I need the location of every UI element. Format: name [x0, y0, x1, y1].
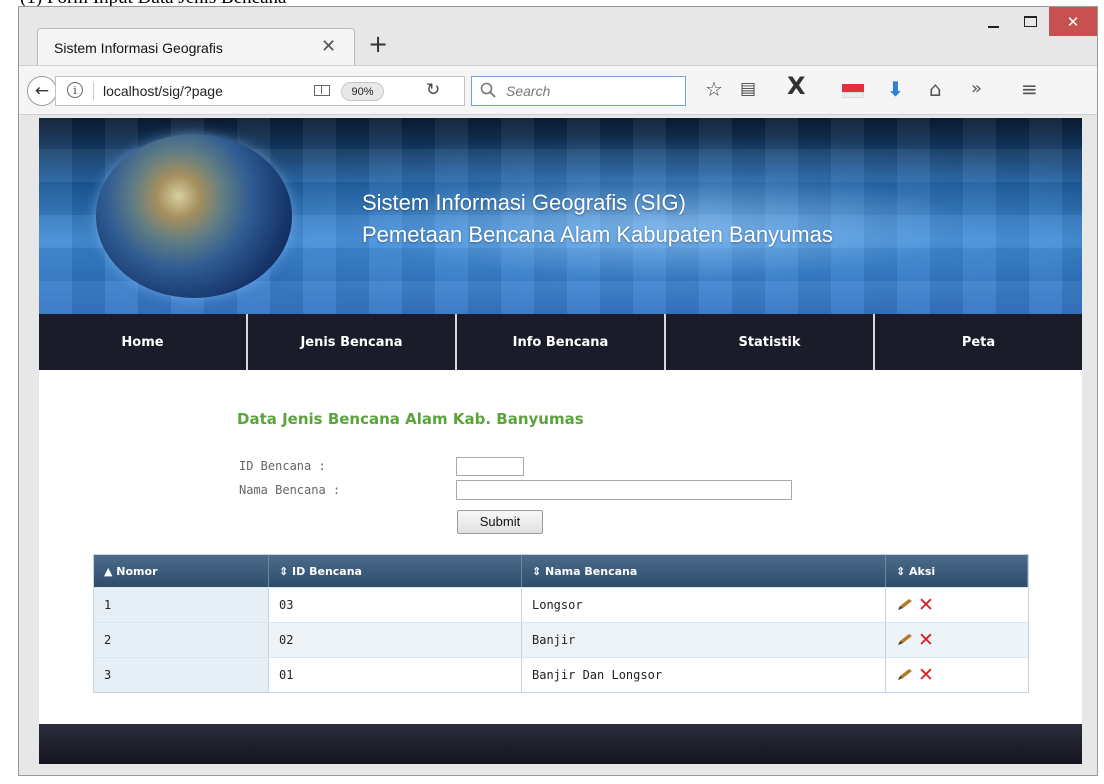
- search-input[interactable]: Search: [471, 76, 686, 106]
- menu-item-peta[interactable]: Peta: [873, 314, 1082, 370]
- minimize-icon: [988, 25, 999, 28]
- cell-nama-bencana: Banjir: [522, 623, 886, 657]
- delete-x-icon[interactable]: ✕: [918, 630, 934, 650]
- table-row: 1 03 Longsor ✕: [94, 587, 1028, 622]
- download-icon[interactable]: ⬇: [887, 77, 904, 101]
- cell-id-bencana: 01: [269, 658, 522, 692]
- url-separator: [93, 82, 94, 100]
- browser-window: ✕ Sistem Informasi Geografis ✕ + ← i loc…: [18, 6, 1098, 776]
- menu-item-home[interactable]: Home: [39, 314, 246, 370]
- form-title: Data Jenis Bencana Alam Kab. Banyumas: [237, 410, 584, 428]
- web-page: Sistem Informasi Geografis (SIG) Pemetaa…: [39, 118, 1082, 764]
- new-tab-button[interactable]: +: [368, 30, 388, 58]
- back-arrow-icon: ←: [34, 81, 50, 101]
- cell-id-bencana: 02: [269, 623, 522, 657]
- delete-x-icon[interactable]: ✕: [918, 595, 934, 615]
- menu-icon[interactable]: ≡: [1021, 77, 1038, 101]
- cell-nomor: 3: [94, 658, 269, 692]
- x-extension-icon[interactable]: X: [787, 74, 806, 98]
- header-nomor[interactable]: ▲ Nomor: [94, 555, 269, 587]
- site-banner: Sistem Informasi Geografis (SIG) Pemetaa…: [39, 118, 1082, 314]
- reload-icon[interactable]: ↻: [426, 80, 440, 100]
- bookmark-star-icon[interactable]: ☆: [705, 77, 723, 101]
- cell-nomor: 2: [94, 623, 269, 657]
- home-icon[interactable]: ⌂: [929, 77, 942, 101]
- site-subtitle: Pemetaan Bencana Alam Kabupaten Banyumas: [362, 222, 833, 247]
- menu-item-info-bencana[interactable]: Info Bencana: [455, 314, 664, 370]
- cell-id-bencana: 03: [269, 588, 522, 622]
- flag-extension-white: [842, 92, 864, 98]
- table-row: 3 01 Banjir Dan Longsor ✕: [94, 657, 1028, 692]
- table-row: 2 02 Banjir ✕: [94, 622, 1028, 657]
- edit-pencil-icon[interactable]: [896, 598, 914, 612]
- delete-x-icon[interactable]: ✕: [918, 665, 934, 685]
- browser-tab[interactable]: Sistem Informasi Geografis ✕: [37, 28, 355, 66]
- table-header: ▲ Nomor ⇕ ID Bencana ⇕ Nama Bencana ⇕ Ak…: [94, 555, 1028, 587]
- header-id-bencana[interactable]: ⇕ ID Bencana: [269, 555, 522, 587]
- main-menu: Home Jenis Bencana Info Bencana Statisti…: [39, 314, 1082, 370]
- minimize-button[interactable]: [975, 7, 1012, 36]
- id-bencana-input[interactable]: [456, 457, 524, 476]
- browser-toolbar: ← i localhost/sig/?page 90% ↻ Search ☆ ▤…: [19, 65, 1097, 115]
- submit-button[interactable]: Submit: [457, 510, 543, 534]
- id-bencana-label: ID Bencana :: [239, 459, 326, 473]
- cell-nama-bencana: Banjir Dan Longsor: [522, 658, 886, 692]
- header-nama-bencana[interactable]: ⇕ Nama Bencana: [522, 555, 886, 587]
- reader-view-icon[interactable]: [314, 85, 330, 96]
- zoom-level-badge[interactable]: 90%: [341, 82, 384, 101]
- cell-aksi: ✕: [886, 658, 1028, 692]
- bookmarks-library-icon[interactable]: ▤: [740, 77, 756, 101]
- nama-bencana-input[interactable]: [456, 480, 792, 500]
- search-icon: [480, 82, 496, 98]
- close-icon: ✕: [1066, 12, 1080, 31]
- content-area: Data Jenis Bencana Alam Kab. Banyumas ID…: [39, 370, 1082, 724]
- menu-item-statistik[interactable]: Statistik: [664, 314, 873, 370]
- flag-extension-icon[interactable]: [842, 84, 864, 92]
- cell-aksi: ✕: [886, 623, 1028, 657]
- globe-image: [96, 134, 292, 298]
- site-footer: [39, 724, 1082, 764]
- header-aksi[interactable]: ⇕ Aksi: [886, 555, 1028, 587]
- overflow-icon[interactable]: »: [971, 77, 982, 101]
- tab-close-icon[interactable]: ✕: [321, 36, 336, 57]
- cell-aksi: ✕: [886, 588, 1028, 622]
- back-button[interactable]: ←: [27, 76, 57, 106]
- edit-pencil-icon[interactable]: [896, 668, 914, 682]
- maximize-icon: [1024, 16, 1037, 27]
- site-title: Sistem Informasi Geografis (SIG): [362, 190, 686, 215]
- maximize-button[interactable]: [1012, 7, 1049, 36]
- search-placeholder: Search: [506, 83, 551, 99]
- window-controls: ✕: [975, 7, 1097, 36]
- info-icon[interactable]: i: [67, 82, 83, 98]
- nama-bencana-label: Nama Bencana :: [239, 483, 341, 497]
- table-body: 1 03 Longsor ✕ 2 02 Banjir ✕ 3 01 Banjir…: [94, 587, 1028, 692]
- cell-nomor: 1: [94, 588, 269, 622]
- close-window-button[interactable]: ✕: [1049, 7, 1097, 36]
- tab-title: Sistem Informasi Geografis: [54, 40, 223, 56]
- edit-pencil-icon[interactable]: [896, 633, 914, 647]
- menu-item-jenis-bencana[interactable]: Jenis Bencana: [246, 314, 455, 370]
- address-bar[interactable]: i localhost/sig/?page 90% ↻: [55, 76, 465, 106]
- jenis-bencana-table: ▲ Nomor ⇕ ID Bencana ⇕ Nama Bencana ⇕ Ak…: [93, 554, 1029, 693]
- cell-nama-bencana: Longsor: [522, 588, 886, 622]
- url-text[interactable]: localhost/sig/?page: [103, 83, 223, 99]
